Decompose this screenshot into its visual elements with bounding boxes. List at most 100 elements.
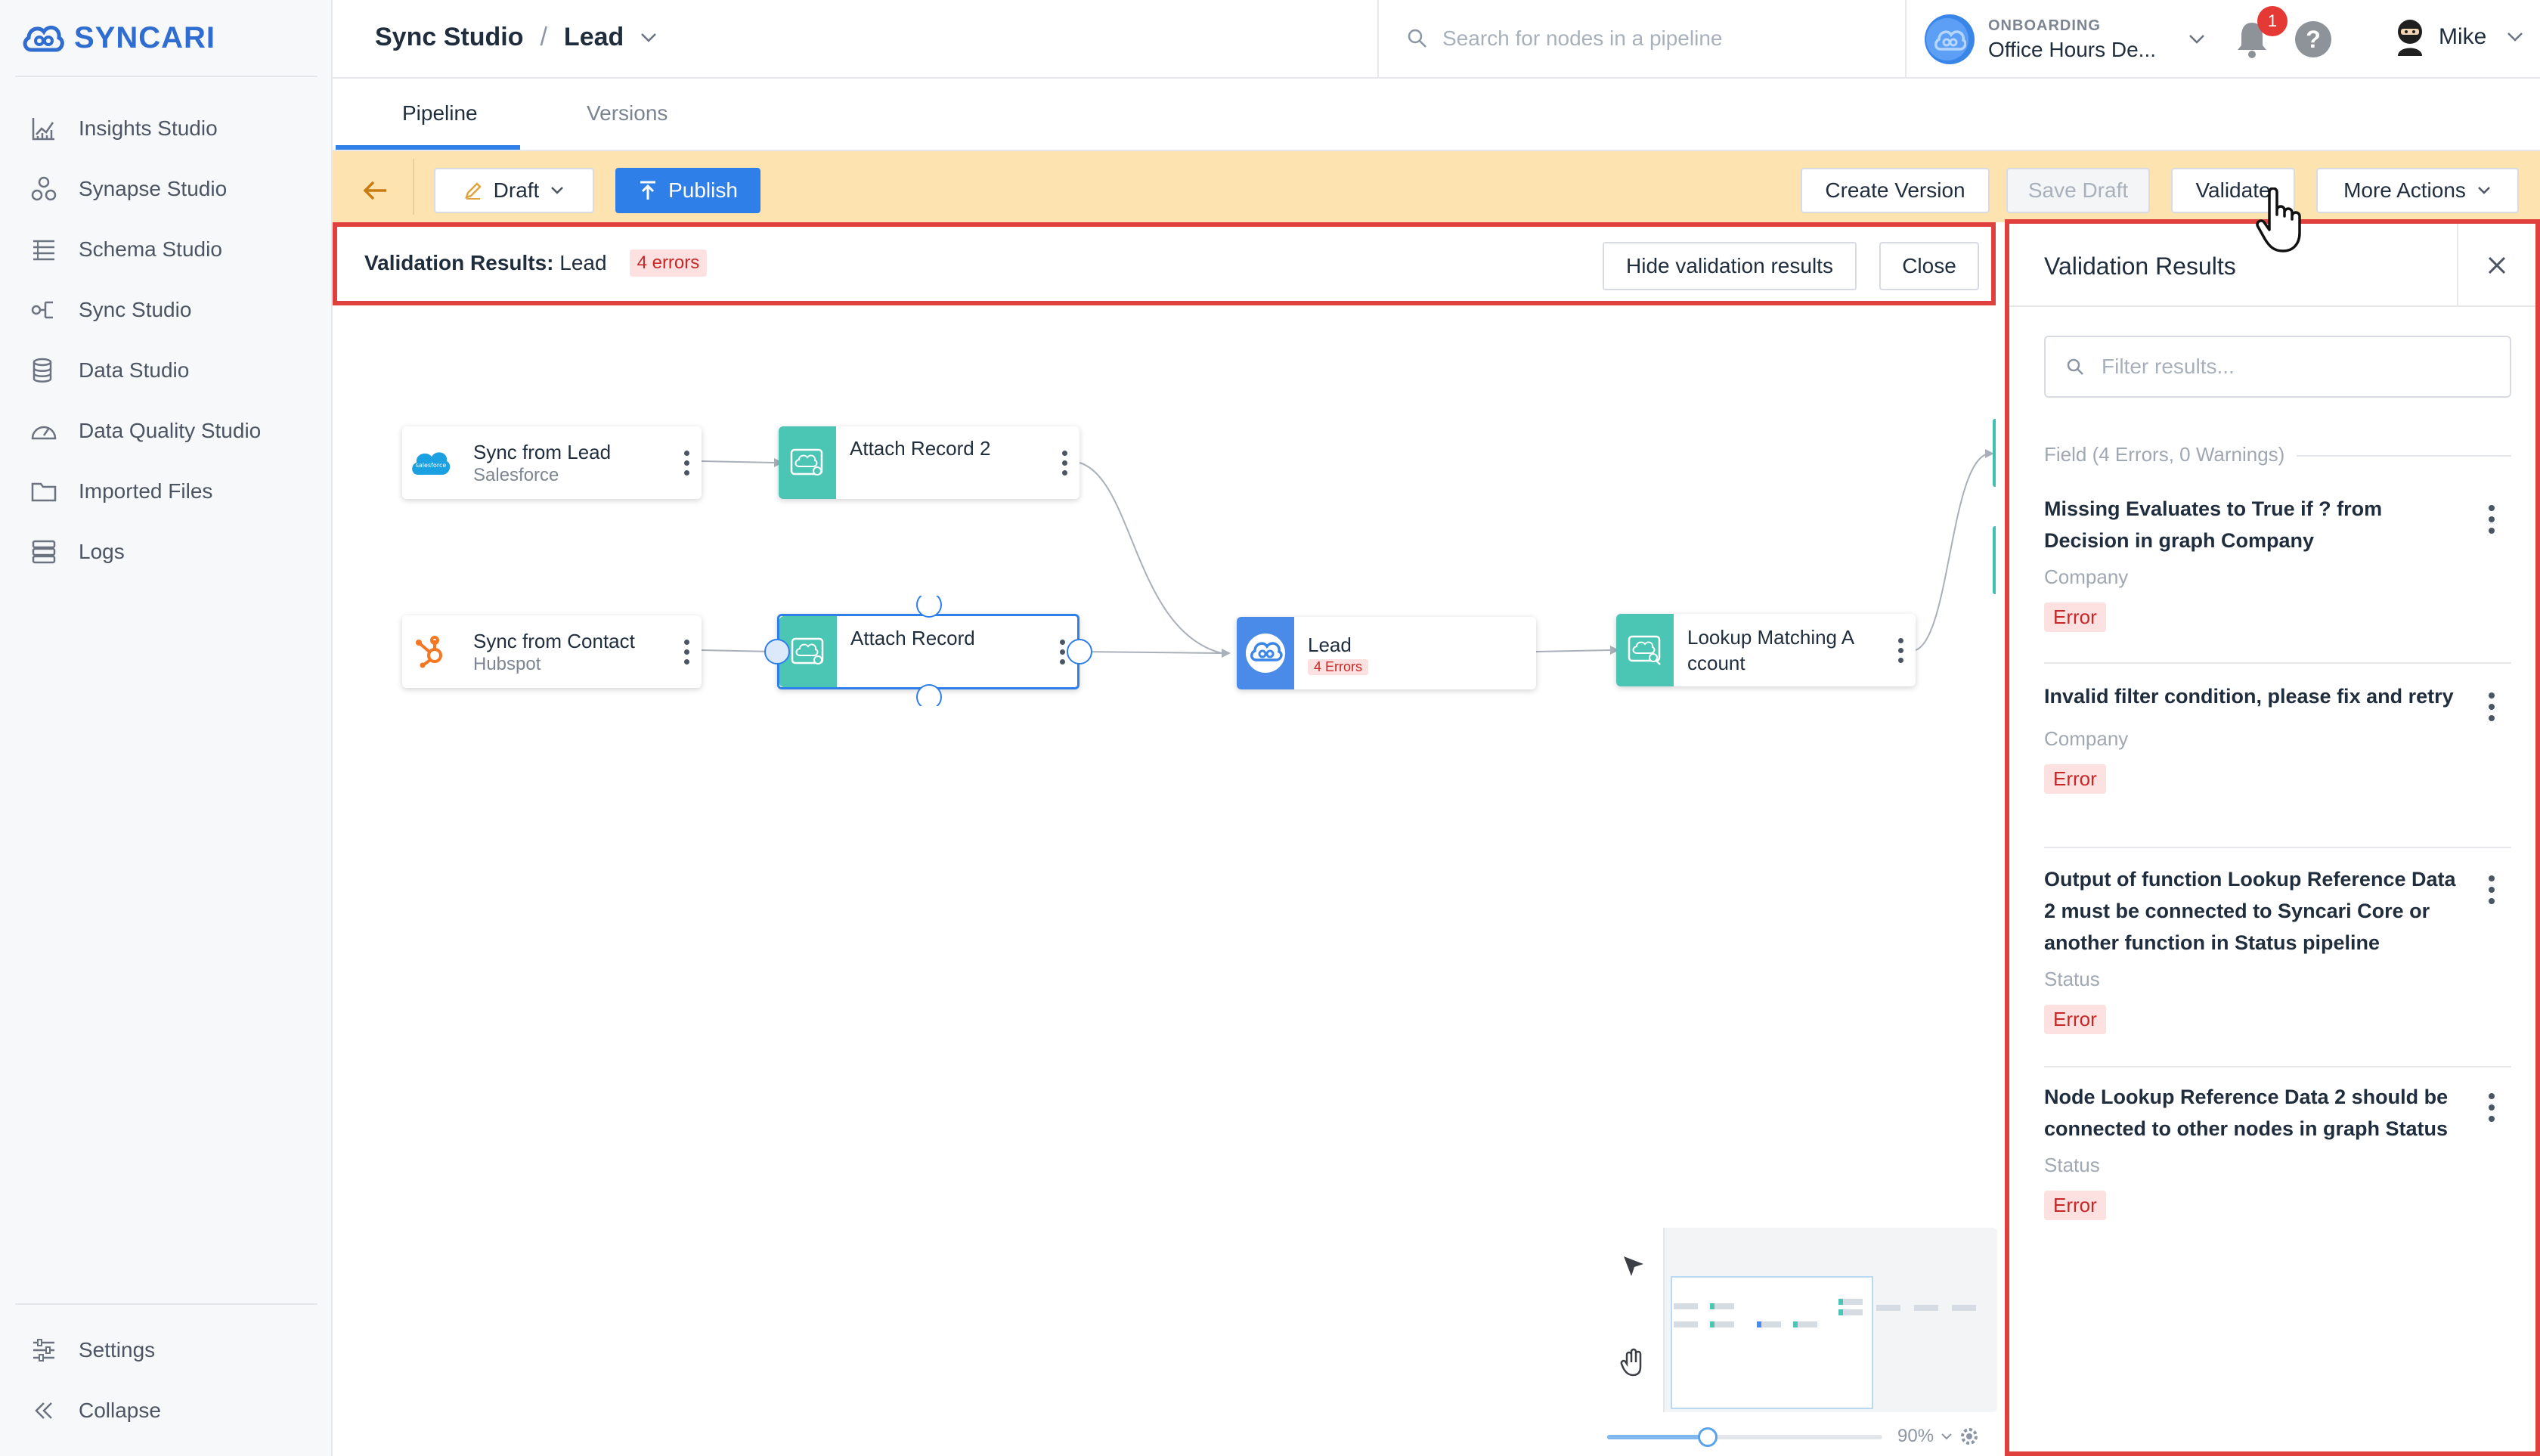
pencil-icon [464, 182, 482, 200]
sidebar-item-settings[interactable]: Settings [29, 1327, 155, 1373]
node-search [1377, 0, 1907, 77]
validation-results-bar: Validation Results: Lead 4 errors Hide v… [333, 222, 1996, 305]
validation-bar-entity: Lead [559, 251, 607, 274]
kebab-menu-icon[interactable] [671, 639, 702, 664]
notification-badge: 1 [2257, 6, 2288, 36]
panel-close-button[interactable] [2457, 224, 2535, 307]
zoom-level[interactable]: 90% [1897, 1426, 1979, 1447]
search-icon [1408, 29, 1426, 48]
sidebar-item-collapse[interactable]: Collapse [29, 1388, 161, 1433]
sidebar-item-label: Schema Studio [79, 237, 222, 261]
validation-bar-title: Validation Results: Lead 4 errors [364, 249, 708, 277]
workspace-name: Office Hours De... [1988, 37, 2157, 61]
result-message: Invalid filter condition, please fix and… [2044, 685, 2454, 708]
create-version-button[interactable]: Create Version [1801, 168, 1990, 213]
zoom-slider-handle[interactable] [1698, 1427, 1718, 1447]
result-graph: Status [2044, 968, 2100, 990]
draft-dropdown[interactable]: Draft [434, 168, 594, 213]
result-graph: Company [2044, 727, 2129, 750]
node-sync-from-lead[interactable]: salesforce Sync from Lead Salesforce [402, 426, 702, 499]
upload-icon [640, 181, 656, 200]
save-draft-button[interactable]: Save Draft [2006, 168, 2150, 213]
node-title: Attach Record 2 [850, 437, 991, 460]
sidebar-item-schema-studio[interactable]: Schema Studio [29, 227, 222, 272]
help-icon[interactable]: ? [2295, 21, 2331, 57]
sidebar-item-label: Sync Studio [79, 298, 192, 321]
user-menu[interactable]: Mike [2393, 18, 2524, 56]
sidebar-item-sync-studio[interactable]: Sync Studio [29, 287, 191, 333]
panel-title: Validation Results [2044, 252, 2236, 280]
node-error-badge: 4 Errors [1308, 658, 1369, 675]
sidebar-item-label: Logs [79, 540, 125, 563]
node-title: Sync from Lead [473, 441, 612, 463]
sidebar-item-label: Synapse Studio [79, 177, 228, 200]
kebab-menu-icon[interactable] [671, 450, 702, 476]
filter-results-input[interactable] [2102, 355, 2495, 379]
sidebar-item-label: Imported Files [79, 479, 213, 503]
chevron-down-icon [2507, 33, 2523, 42]
severity-badge: Error [2044, 1005, 2106, 1034]
severity-badge: Error [2044, 1191, 2106, 1220]
hubspot-icon [402, 615, 460, 688]
click-highlight [1926, 18, 1968, 60]
salesforce-icon: salesforce [402, 426, 460, 499]
workspace-label: ONBOARDING [1988, 17, 2101, 34]
sidebar-item-data-studio[interactable]: Data Studio [29, 348, 189, 393]
back-button[interactable] [355, 171, 395, 210]
sidebar-item-logs[interactable]: Logs [29, 529, 125, 575]
kebab-menu-icon[interactable] [2489, 1093, 2495, 1122]
top-bar: Sync Studio / Lead ONBOARDING Office Hou… [333, 0, 2540, 79]
sliders-icon [33, 1339, 54, 1362]
sidebar-item-data-quality-studio[interactable]: Data Quality Studio [29, 408, 261, 454]
result-item[interactable]: Node Lookup Reference Data 2 should be c… [2044, 1081, 2511, 1255]
gear-icon[interactable] [1959, 1427, 1979, 1446]
node-sync-from-contact[interactable]: Sync from Contact Hubspot [402, 615, 702, 688]
result-graph: Company [2044, 565, 2129, 588]
filter-results-box [2044, 336, 2511, 398]
node-attach-record-2[interactable]: Attach Record 2 [779, 426, 1080, 499]
search-input[interactable] [1442, 26, 1866, 51]
node-lead[interactable]: Lead 4 Errors [1237, 617, 1536, 689]
node-title: Lookup Matching A ccount [1687, 626, 1854, 674]
sidebar-item-imported-files[interactable]: Imported Files [29, 469, 212, 514]
node-lookup-matching-account[interactable]: Lookup Matching A ccount [1616, 614, 1916, 686]
kebab-menu-icon[interactable] [2489, 875, 2495, 904]
hand-tool-icon[interactable] [1619, 1347, 1648, 1377]
result-item[interactable]: Output of function Lookup Reference Data… [2044, 863, 2511, 1067]
syncari-logo[interactable]: SYNCARI [21, 20, 215, 56]
breadcrumb-current[interactable]: Lead [564, 23, 624, 52]
close-validation-bar-button[interactable]: Close [1879, 242, 1979, 290]
breadcrumb-root[interactable]: Sync Studio [375, 23, 523, 52]
sidebar-item-label: Data Quality Studio [79, 419, 262, 442]
tab-versions[interactable]: Versions [587, 101, 668, 125]
result-message: Output of function Lookup Reference Data… [2044, 868, 2456, 954]
result-group-label: Field (4 Errors, 0 Warnings) [2044, 443, 2285, 466]
tab-pipeline[interactable]: Pipeline [402, 101, 478, 125]
kebab-menu-icon[interactable] [1049, 450, 1080, 476]
sidebar: SYNCARI Insights Studio Synapse Studio S… [0, 0, 333, 1456]
kebab-menu-icon[interactable] [1885, 637, 1916, 663]
result-item[interactable]: Invalid filter condition, please fix and… [2044, 680, 2511, 848]
hand-cursor-icon [2256, 187, 2301, 252]
chevron-down-icon [2478, 187, 2490, 194]
user-name: Mike [2439, 24, 2487, 49]
collapse-label: Collapse [79, 1399, 161, 1422]
chevron-down-icon [1941, 1433, 1952, 1440]
error-count-badge: 4 errors [629, 249, 708, 277]
connection-handles[interactable] [760, 596, 1098, 706]
publish-button[interactable]: Publish [615, 168, 760, 213]
brand-name: SYNCARI [74, 20, 216, 54]
chevron-down-icon[interactable] [640, 33, 657, 43]
breadcrumb: Sync Studio / Lead [375, 23, 657, 52]
hide-validation-results-button[interactable]: Hide validation results [1603, 242, 1857, 290]
kebab-menu-icon[interactable] [2489, 692, 2495, 721]
minimap[interactable] [1603, 1228, 1997, 1412]
syncari-core-icon [1237, 617, 1294, 689]
pointer-tool-icon[interactable] [1621, 1253, 1646, 1279]
active-tab-indicator [336, 145, 520, 150]
result-item[interactable]: Missing Evaluates to True if ? from Deci… [2044, 493, 2511, 664]
more-actions-dropdown[interactable]: More Actions [2316, 168, 2519, 213]
sidebar-item-synapse-studio[interactable]: Synapse Studio [29, 166, 227, 212]
kebab-menu-icon[interactable] [2489, 505, 2495, 534]
sidebar-item-insights-studio[interactable]: Insights Studio [29, 106, 218, 151]
